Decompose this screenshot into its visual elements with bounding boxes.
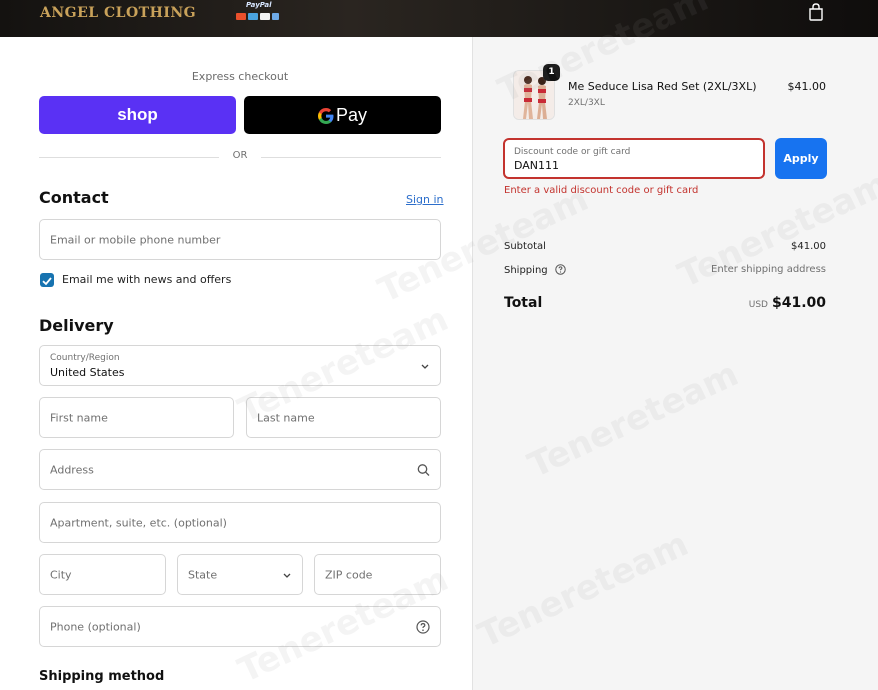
checkout-form: Express checkout shop Pay OR Contact Sig… [0, 37, 472, 690]
order-summary: 1 Me Seduce Lisa Red Set (2XL/3XL) 2XL/3… [472, 37, 878, 690]
help-icon[interactable] [416, 619, 430, 634]
discount-error: Enter a valid discount code or gift card [504, 185, 699, 196]
country-value: United States [50, 366, 125, 379]
total-value-row: USD $41.00 [749, 295, 826, 311]
or-label: OR [232, 150, 248, 161]
state-placeholder: State [188, 568, 218, 581]
subtotal-value: $41.00 [791, 241, 826, 252]
subtotal-label: Subtotal [504, 241, 546, 252]
city-field[interactable]: City [39, 554, 166, 595]
chevron-down-icon [421, 364, 429, 369]
express-checkout-label: Express checkout [191, 70, 289, 83]
delivery-title: Delivery [39, 316, 114, 335]
google-pay-button[interactable]: Pay [244, 96, 441, 134]
quantity-badge: 1 [543, 64, 560, 81]
address-placeholder: Address [50, 463, 94, 476]
product-variant: 2XL/3XL [568, 98, 605, 108]
card-icon [272, 13, 279, 20]
first-name-field[interactable]: First name [39, 397, 234, 438]
search-icon [417, 463, 430, 476]
zip-field[interactable]: ZIP code [314, 554, 441, 595]
first-name-placeholder: First name [50, 411, 108, 424]
zip-placeholder: ZIP code [325, 568, 373, 581]
paypal-label: PayPal [246, 1, 272, 9]
sign-in-link[interactable]: Sign in [406, 193, 444, 206]
google-pay-label: Pay [335, 105, 368, 125]
shipping-value: Enter shipping address [711, 264, 826, 275]
store-logo[interactable]: ANGEL CLOTHING [40, 5, 196, 21]
country-select[interactable]: Country/Region United States [39, 345, 441, 386]
email-field[interactable]: Email or mobile phone number [39, 219, 441, 260]
shop-pay-button[interactable]: shop [39, 96, 236, 134]
newsletter-label: Email me with news and offers [62, 273, 232, 286]
paypal-badge: PayPal [222, 1, 282, 23]
site-header: ANGEL CLOTHING PayPal [0, 0, 878, 37]
product-name: Me Seduce Lisa Red Set (2XL/3XL) [568, 80, 757, 93]
apply-button[interactable]: Apply [775, 138, 827, 179]
discount-label: Discount code or gift card [514, 147, 631, 157]
shipping-method-title: Shipping method [39, 669, 165, 684]
address-field[interactable]: Address [39, 449, 441, 490]
last-name-placeholder: Last name [257, 411, 315, 424]
product-price: $41.00 [787, 80, 827, 93]
chevron-down-icon [283, 573, 291, 578]
amex-icon [248, 13, 258, 20]
visa-icon [260, 13, 270, 20]
total-value: $41.00 [771, 295, 826, 311]
or-divider: OR [39, 150, 441, 164]
newsletter-checkbox[interactable] [40, 273, 54, 287]
discount-value: DAN111 [514, 159, 560, 172]
email-placeholder: Email or mobile phone number [50, 233, 221, 246]
google-g-icon [317, 108, 334, 125]
checkmark-icon [42, 277, 52, 286]
country-label: Country/Region [50, 353, 120, 363]
discount-code-field[interactable]: Discount code or gift card DAN111 [503, 138, 765, 179]
last-name-field[interactable]: Last name [246, 397, 441, 438]
shipping-label-row: Shipping [504, 264, 566, 276]
state-select[interactable]: State [177, 554, 303, 595]
shipping-label: Shipping [504, 265, 548, 276]
phone-placeholder: Phone (optional) [50, 620, 141, 633]
city-placeholder: City [50, 568, 72, 581]
bag-icon[interactable] [808, 3, 824, 21]
phone-field[interactable]: Phone (optional) [39, 606, 441, 647]
contact-title: Contact [39, 188, 109, 207]
mastercard-icon [236, 13, 246, 20]
help-icon[interactable] [555, 264, 566, 275]
apartment-placeholder: Apartment, suite, etc. (optional) [50, 516, 227, 529]
currency-code: USD [748, 300, 768, 310]
total-label: Total [504, 295, 543, 311]
apartment-field[interactable]: Apartment, suite, etc. (optional) [39, 502, 441, 543]
